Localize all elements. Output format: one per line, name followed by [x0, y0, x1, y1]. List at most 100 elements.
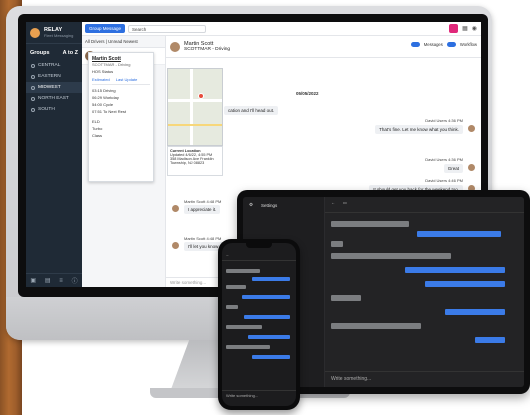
group-label: MIDWEST [38, 85, 61, 90]
group-item-south[interactable]: SOUTH [26, 104, 82, 115]
tablet-chat-header: ← ▭ [325, 197, 524, 213]
group-icon [31, 107, 35, 112]
message-bubble [445, 309, 505, 315]
group-icon [31, 85, 35, 90]
phone-screen: ← Write something... [222, 243, 296, 406]
location-map[interactable] [167, 68, 223, 146]
message-bubble [252, 277, 290, 281]
eld-label: ELD [92, 119, 100, 124]
list-filters[interactable]: All Drivers | Unread Newest [82, 36, 165, 48]
message-bubble [475, 337, 505, 343]
message-meta: David Users 4:46 PM [425, 178, 463, 183]
message-bubble [248, 335, 290, 339]
grid-icon[interactable]: ▦ [462, 25, 468, 32]
map-road [190, 69, 193, 145]
back-icon[interactable]: ← [226, 253, 230, 257]
group-icon [31, 96, 35, 101]
messages-toggle[interactable] [410, 42, 420, 47]
marketing-scene: RELAY Fleet Messaging Groups A to Z CENT… [0, 0, 530, 415]
info-icon[interactable]: ⓘ [72, 276, 78, 285]
location-address: 358 Madison Ave Franklin Township, NJ 08… [170, 157, 214, 165]
document-icon[interactable]: ▤ [45, 277, 51, 284]
view-toggles: Messages Workflow [410, 42, 477, 47]
message-bubble [252, 355, 290, 359]
avatar [170, 41, 180, 52]
message-bubble [226, 345, 270, 349]
map-road [168, 124, 222, 126]
tablet-sidebar-header: ⚙ Settings [243, 197, 324, 213]
user-avatar[interactable] [30, 27, 40, 38]
group-icon [31, 63, 35, 68]
phone-notch [246, 243, 272, 248]
group-label: EASTERN [38, 74, 61, 79]
top-right-actions: ▦ ◉ [449, 24, 477, 33]
message-bubble [226, 325, 262, 329]
groups-label: Groups [30, 50, 50, 56]
hos-row: 54:00 Cycle [92, 102, 114, 107]
driver-status: SCOTTMAR - Driving [184, 47, 231, 52]
chat-icon[interactable]: ▣ [30, 277, 36, 284]
settings-label: Settings [261, 202, 278, 208]
message-bubble [244, 315, 290, 319]
truck-label: Turbo [92, 126, 103, 131]
tab-estimated[interactable]: Estimated [92, 77, 110, 82]
app-logo: RELAY Fleet Messaging [26, 22, 82, 44]
group-icon [31, 74, 35, 79]
avatar [172, 205, 179, 212]
gear-icon[interactable]: ⚙ [249, 202, 253, 208]
hos-row: 03:15 Driving [92, 88, 116, 93]
sort-toggle[interactable]: A to Z [63, 50, 78, 56]
profile-icon[interactable]: ◉ [472, 25, 477, 32]
avatar [468, 164, 475, 171]
notifications-icon[interactable] [449, 24, 459, 33]
back-icon[interactable]: ← [331, 200, 335, 209]
message-bubble [331, 253, 451, 259]
location-caption: Current Location Updated 4/6/22, 4:55 PM… [167, 146, 223, 176]
message-meta: David Users 4:36 PM [425, 157, 463, 162]
group-item-central[interactable]: CENTRAL [26, 60, 82, 71]
hos-row: 07:51 To Next Rest [92, 109, 126, 114]
location-pin-icon [198, 93, 204, 99]
message-bubble: I appreciate it. [184, 205, 221, 214]
message-bubble [425, 281, 505, 287]
message-bubble [242, 295, 290, 299]
brand-sub: Fleet Messaging [44, 33, 74, 38]
avatar [468, 125, 475, 132]
message-meta: Martin Scott 4:48 PM [184, 236, 222, 241]
hos-status-label: HOS Status [92, 69, 114, 74]
workflow-toggle-label: Workflow [459, 42, 477, 47]
group-item-eastern[interactable]: EASTERN [26, 71, 82, 82]
list-icon[interactable]: ≡ [59, 278, 63, 284]
message-bubble [331, 295, 361, 301]
message-bubble [226, 285, 246, 289]
search-input[interactable]: Search [128, 24, 207, 33]
driver-details-popover: Martin Scott SCOTTMAR - Driving HOS Stat… [88, 52, 154, 182]
workflow-toggle[interactable] [446, 42, 456, 47]
message-bubble [417, 231, 501, 237]
popover-driver-status: SCOTTMAR - Driving [92, 62, 131, 67]
tablet-chat-title: ▭ [343, 200, 347, 205]
message-bubble [331, 221, 409, 227]
message-meta: David Users 4:36 PM [425, 118, 463, 123]
message-bubble [405, 267, 505, 273]
truck-sub: Class [92, 133, 103, 138]
tablet-message-input[interactable]: Write something... [325, 371, 524, 387]
message-bubble [331, 241, 343, 247]
group-item-midwest[interactable]: MIDWEST [26, 82, 82, 93]
tablet-chat: ← ▭ Write something... [325, 197, 524, 387]
phone-chat-header: ← [222, 251, 296, 261]
message-meta: Martin Scott 4:48 PM [184, 199, 222, 204]
message-bubble: That's fine. Let me know what you think. [375, 125, 463, 134]
message-bubble [226, 305, 238, 309]
group-label: NORTH EAST [38, 96, 69, 101]
top-bar: Group Message Search ▦ ◉ [82, 22, 481, 36]
hos-tabs: Estimated Last Update [92, 77, 150, 85]
phone-message-input[interactable]: Write something... [222, 390, 296, 400]
tab-last-update[interactable]: Last Update [116, 77, 138, 82]
messages-toggle-label: Messages [423, 42, 443, 47]
sidebar-footer: ▣ ▤ ≡ ⓘ [26, 273, 82, 287]
message-bubble: Great [443, 164, 463, 173]
group-item-north-east[interactable]: NORTH EAST [26, 93, 82, 104]
date-divider: 05/05/2022 [296, 91, 319, 96]
group-message-button[interactable]: Group Message [85, 24, 126, 33]
